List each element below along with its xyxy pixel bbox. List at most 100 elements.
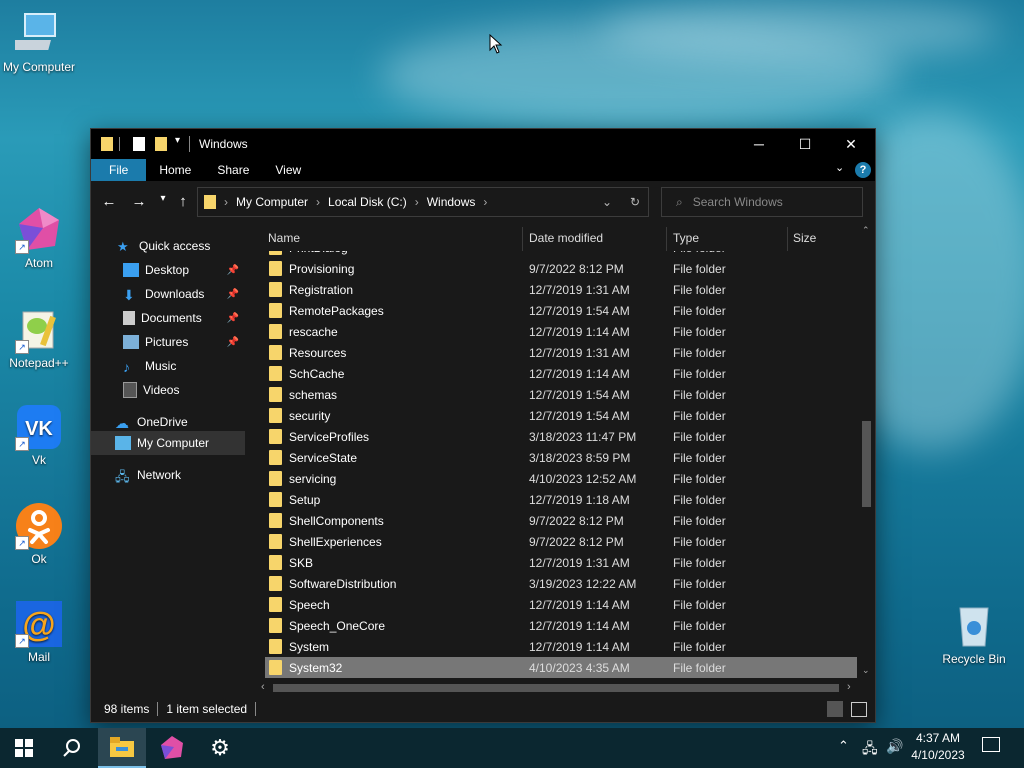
nav-pictures[interactable]: Pictures 📌 — [123, 331, 245, 353]
desktop-icon-mail[interactable]: @ ↗ Mail — [1, 600, 77, 664]
table-row[interactable]: ServiceProfiles 3/18/2023 11:47 PM File fo… — [265, 426, 857, 447]
desktop-icon-my-computer[interactable]: My Computer — [1, 10, 77, 74]
folder-icon — [269, 471, 282, 486]
table-row[interactable]: System32 4/10/2023 4:35 AM File folder — [265, 657, 857, 678]
taskbar-file-explorer[interactable] — [98, 728, 146, 768]
desktop-icon-notepadpp[interactable]: ↗ Notepad++ — [1, 306, 77, 370]
scroll-down-icon[interactable]: ⌄ — [862, 665, 870, 676]
nav-documents[interactable]: Documents 📌 — [123, 307, 245, 329]
table-row[interactable]: Speech 12/7/2019 1:14 AM File folder — [265, 594, 857, 615]
nav-downloads[interactable]: ⬇ Downloads 📌 — [123, 283, 245, 305]
vertical-scrollbar[interactable]: ⌃ ⌄ — [859, 223, 873, 680]
table-row[interactable]: Setup 12/7/2019 1:18 AM File folder — [265, 489, 857, 510]
table-row[interactable]: servicing 4/10/2023 12:52 AM File folder — [265, 468, 857, 489]
nav-onedrive[interactable]: ☁ OneDrive — [115, 411, 188, 433]
file-name: System — [289, 640, 330, 654]
table-row[interactable]: Registration 12/7/2019 1:31 AM File folder — [265, 279, 857, 300]
scroll-up-icon[interactable]: ⌃ — [862, 225, 870, 236]
show-hidden-icons-button[interactable]: ⌃ — [838, 738, 849, 754]
volume-icon[interactable]: 🔊 — [886, 738, 903, 755]
column-separator[interactable] — [666, 227, 667, 251]
title-bar[interactable]: ▾ Windows ─ ☐ ✕ — [91, 129, 875, 159]
nav-music[interactable]: ♪ Music — [123, 355, 176, 377]
help-icon[interactable]: ? — [855, 162, 871, 178]
scroll-right-icon[interactable]: › — [847, 681, 851, 693]
table-row[interactable]: SchCache 12/7/2019 1:14 AM File folder — [265, 363, 857, 384]
scroll-left-icon[interactable]: ‹ — [261, 681, 265, 693]
column-separator[interactable] — [787, 227, 788, 251]
search-box[interactable]: ⌕ Search Windows — [661, 187, 863, 217]
table-row[interactable]: Provisioning 9/7/2022 8:12 PM File folder — [265, 258, 857, 279]
table-row[interactable]: System 12/7/2019 1:14 AM File folder — [265, 636, 857, 657]
nav-label: Pictures — [145, 335, 189, 349]
maximize-button[interactable]: ☐ — [782, 129, 828, 159]
tab-file[interactable]: File — [91, 159, 147, 181]
forward-button[interactable]: → — [127, 193, 151, 210]
desktop-icon-atom[interactable]: ↗ Atom — [1, 206, 77, 270]
table-row[interactable]: rescache 12/7/2019 1:14 AM File folder — [265, 321, 857, 342]
horizontal-scrollbar[interactable]: ‹ › — [257, 680, 859, 696]
column-type[interactable]: Type — [673, 231, 699, 245]
search-button[interactable] — [48, 728, 96, 768]
search-input[interactable]: Search Windows — [693, 195, 783, 209]
minimize-button[interactable]: ─ — [736, 129, 782, 159]
taskbar-atom[interactable] — [148, 728, 196, 768]
quick-access-toolbar-dropdown-icon[interactable]: ▾ — [175, 135, 180, 146]
back-button[interactable]: ← — [97, 193, 121, 210]
ribbon-expand-icon[interactable]: ⌄ — [835, 161, 844, 174]
new-folder-icon[interactable] — [155, 137, 167, 151]
address-dropdown-icon[interactable]: ⌄ — [602, 195, 612, 209]
table-row[interactable]: SoftwareDistribution 3/19/2023 12:22 AM Fi… — [265, 573, 857, 594]
scrollbar-thumb[interactable] — [273, 684, 839, 692]
pin-icon[interactable]: 📌 — [227, 313, 239, 324]
tab-home[interactable]: Home — [146, 159, 204, 181]
tab-view[interactable]: View — [262, 159, 314, 181]
scrollbar-thumb[interactable] — [862, 421, 871, 507]
up-button[interactable]: ↑ — [171, 193, 195, 210]
pin-icon[interactable]: 📌 — [227, 337, 239, 348]
nav-my-computer[interactable]: My Computer — [115, 432, 209, 454]
details-view-icon[interactable] — [827, 701, 843, 717]
notifications-icon[interactable] — [982, 737, 1000, 752]
nav-videos[interactable]: Videos — [123, 379, 179, 401]
table-row[interactable]: SKB 12/7/2019 1:31 AM File folder — [265, 552, 857, 573]
refresh-icon[interactable]: ↻ — [630, 195, 640, 209]
close-button[interactable]: ✕ — [828, 129, 874, 159]
properties-icon[interactable] — [133, 137, 145, 151]
column-separator[interactable] — [522, 227, 523, 251]
nav-network[interactable]: 🖧 Network — [115, 464, 181, 486]
file-type: File folder — [673, 619, 726, 633]
table-row[interactable]: security 12/7/2019 1:54 AM File folder — [265, 405, 857, 426]
table-row[interactable]: ServiceState 3/18/2023 8:59 PM File folder — [265, 447, 857, 468]
column-date-modified[interactable]: Date modified — [529, 231, 603, 245]
table-row[interactable]: ShellComponents 9/7/2022 8:12 PM File fold… — [265, 510, 857, 531]
large-icons-view-icon[interactable] — [851, 702, 867, 717]
table-row[interactable]: RemotePackages 12/7/2019 1:54 AM File fold… — [265, 300, 857, 321]
taskbar-settings[interactable]: ⚙ — [196, 728, 244, 768]
desktop-icon-vk[interactable]: VK ↗ Vk — [1, 403, 77, 467]
nav-quick-access[interactable]: ★ Quick access — [117, 235, 210, 257]
table-row[interactable]: schemas 12/7/2019 1:54 AM File folder — [265, 384, 857, 405]
table-row[interactable]: ShellExperiences 9/7/2022 8:12 PM File fol… — [265, 531, 857, 552]
column-name[interactable]: Name — [268, 231, 300, 245]
pin-icon[interactable]: 📌 — [227, 289, 239, 300]
column-size[interactable]: Size — [793, 231, 816, 245]
nav-desktop[interactable]: Desktop 📌 — [123, 259, 245, 281]
file-type: File folder — [673, 367, 726, 381]
table-row[interactable]: Speech_OneCore 12/7/2019 1:14 AM File fold… — [265, 615, 857, 636]
mail-icon: @ ↗ — [15, 600, 63, 648]
table-row[interactable]: Resources 12/7/2019 1:31 AM File folder — [265, 342, 857, 363]
network-tray-icon[interactable]: 🖧 — [862, 738, 878, 762]
atom-icon — [161, 736, 183, 759]
breadcrumb-my-computer[interactable]: My Computer — [236, 195, 308, 209]
breadcrumb-local-disk[interactable]: Local Disk (C:) — [328, 195, 407, 209]
desktop-icon-recycle-bin[interactable]: Recycle Bin — [936, 602, 1012, 666]
vk-icon: VK ↗ — [15, 403, 63, 451]
desktop-icon-ok[interactable]: ↗ Ok — [1, 502, 77, 566]
tab-share[interactable]: Share — [204, 159, 262, 181]
breadcrumb-windows[interactable]: Windows — [427, 195, 476, 209]
clock[interactable]: 4:37 AM 4/10/2023 — [906, 731, 970, 762]
address-bar[interactable]: › My Computer › Local Disk (C:) › Window… — [197, 187, 649, 217]
pin-icon[interactable]: 📌 — [227, 265, 239, 276]
start-button[interactable] — [0, 728, 48, 768]
